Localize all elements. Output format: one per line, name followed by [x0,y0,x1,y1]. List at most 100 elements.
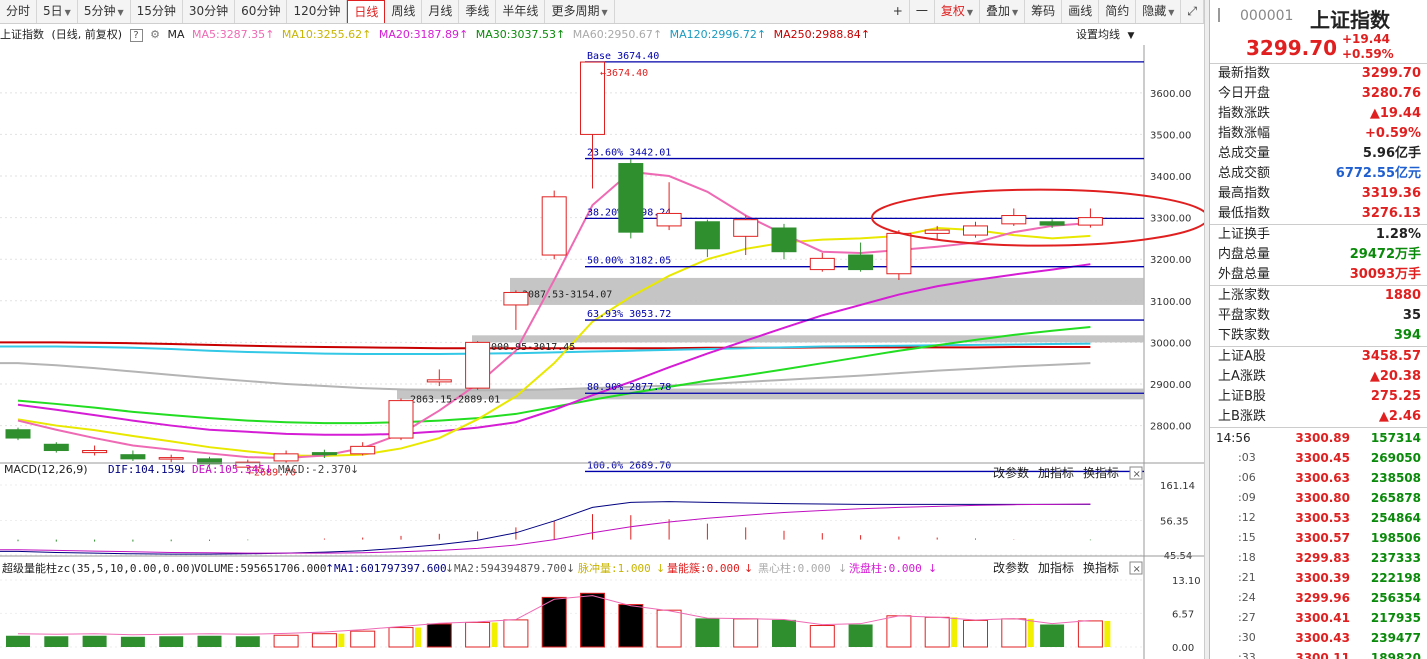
period-tab-12[interactable]: 更多周期 ▼ [545,0,615,23]
vol-pulse: 脉冲量:1.000 [578,561,651,575]
index-title: 上证指数 [1310,8,1390,32]
vol-pulse-bar [491,622,498,647]
quote-label: 外盘总量 [1218,267,1271,282]
period-tab-7[interactable]: 日线 [347,0,386,23]
macd-button-2[interactable]: 换指标 [1083,465,1119,480]
quote-row: 上A涨跌 ▲20.38 [1210,367,1427,387]
vol-xpz: 洗盘柱:0.000 [849,561,922,575]
vol-bar [924,616,950,648]
macd-button-1[interactable]: 加指标 [1038,465,1074,480]
quote-label: 上A涨跌 [1218,369,1266,384]
toolbar-action-label: 画线 [1068,4,1093,18]
gear-icon[interactable]: ⚙ [150,28,160,41]
toolbar-action-6[interactable]: 简约 [1099,0,1137,23]
period-tab-4[interactable]: 30分钟 [183,0,236,23]
chevron-down-icon: ▼ [1127,31,1135,41]
toolbar-action-3[interactable]: 叠加 ▼ [980,0,1026,23]
period-tab-10[interactable]: 季线 [459,0,497,23]
tick-price: 3300.63 [1295,471,1350,485]
tick-row: :21 3300.39 222198 [1210,568,1427,588]
restore-window-icon[interactable]: ⤢ [1181,0,1204,23]
quote-value: 1.28% [1375,227,1421,242]
macd-button-0[interactable]: 改参数 [993,465,1029,480]
period-tab-label: 分时 [6,4,31,18]
quote-value: 35 [1402,308,1421,323]
toolbar-action-7[interactable]: 隐藏 ▼ [1136,0,1182,23]
tick-list: 14:56 3300.89 157314:03 3300.45 269050:06 330… [1210,428,1427,659]
quote-value: 3458.57 [1361,349,1421,364]
tick-volume: 157314 [1370,431,1421,445]
quote-value: 5.96亿手 [1362,146,1421,161]
period-tab-2[interactable]: 5分钟 ▼ [78,0,131,23]
period-tab-11[interactable]: 半年线 [496,0,546,23]
period-tab-0[interactable]: 分时 [0,0,38,23]
period-tabs: 分时 5日 ▼ 5分钟 ▼ 15分钟 30分钟 60分钟 120分钟 日线 周线 月线 季线 半年线 更多周… [0,0,615,23]
toolbar-action-0[interactable]: + [887,0,910,23]
gap-label: 2863.15-2889.01 [410,394,500,405]
period-tab-label: 更多周期 [551,4,600,18]
tick-row: :06 3300.63 238508 [1210,468,1427,488]
help-icon[interactable]: ? [129,29,143,42]
candle-body [656,212,682,227]
tick-volume: 269050 [1370,451,1421,465]
period-tab-5[interactable]: 60分钟 [235,0,288,23]
quote-label: 内盘总量 [1218,247,1271,262]
vol-axis-label: 0.00 [1172,643,1194,654]
tick-volume: 198506 [1370,531,1421,545]
period-tab-label: 半年线 [502,4,539,18]
quote-label: 指数涨跌 [1218,106,1271,121]
quote-row: 总成交额 6772.55亿元 [1210,164,1427,184]
period-tab-9[interactable]: 月线 [422,0,460,23]
macd-dea: DEA:105.345 [192,463,265,476]
period-toolbar: 分时 5日 ▼ 5分钟 ▼ 15分钟 30分钟 60分钟 120分钟 日线 周线 月线 季线 半年线 更多周… [0,0,1204,24]
candle-body [158,457,184,460]
period-tab-3[interactable]: 15分钟 [131,0,183,23]
tick-time: :15 [1238,531,1256,544]
period-tab-label: 120分钟 [293,4,341,18]
vol-bar [886,615,912,648]
quote-row: 总成交量 5.96亿手 [1210,144,1427,164]
last-price: 3299.70 [1246,36,1338,60]
toolbar-action-label: 复权 [940,4,965,18]
ma30-value: MA30:3037.53 [475,28,556,41]
ma10-value: MA10:3255.62 [281,28,363,41]
ma-settings-button[interactable]: 设置均线 ▼ [1076,25,1138,46]
vol-bar [1001,618,1027,648]
candle-body [618,163,644,233]
vol-button-1[interactable]: 加指标 [1038,560,1074,575]
vol-arrow-icon: ↑ [325,562,334,575]
candle-body [273,453,299,462]
toolbar-action-5[interactable]: 画线 [1062,0,1100,23]
toolbar-action-1[interactable]: 一 [910,0,935,23]
period-tab-1[interactable]: 5日 ▼ [37,0,78,23]
vol-bar [656,609,682,648]
kline-chart[interactable]: 3600.00 3500.00 3400.00 3300.00 3200.00 3100.… [0,45,1204,659]
macd-close-glyph: × [1133,469,1141,480]
dif-arrow-icon: ↓ [178,463,187,476]
collapse-icon[interactable] [1218,8,1228,22]
toolbar-action-2[interactable]: 复权 ▼ [935,0,980,23]
candle-body [771,227,797,253]
vol-arrow-icon: ↓ [838,562,847,575]
quote-value: 394 [1393,328,1421,343]
candle-body [426,379,452,383]
period-tab-8[interactable]: 周线 [385,0,423,23]
price-axis-label: 3100.00 [1150,297,1191,308]
vol-button-0[interactable]: 改参数 [993,560,1029,575]
toolbar-action-label: 一 [915,4,928,18]
period-tab-label: 5分钟 [83,4,116,18]
candle-body [848,254,874,271]
quote-row: 外盘总量 30093万手 [1210,265,1427,285]
vol-pulse-bar [1104,620,1111,647]
quote-row: 最低指数 3276.13 [1210,204,1427,224]
price-axis-label: 3600.00 [1150,89,1191,100]
macd-arrow-icon: ↓ [350,463,359,476]
tick-time: :24 [1238,591,1256,604]
vol-button-2[interactable]: 换指标 [1083,560,1119,575]
tick-price: 3300.45 [1295,451,1350,465]
quote-value: ▲20.38 [1369,369,1421,384]
vol-bar [197,635,222,647]
period-tab-6[interactable]: 120分钟 [287,0,348,23]
toolbar-action-4[interactable]: 筹码 [1025,0,1063,23]
ma60-value: MA60:2950.67 [572,28,653,41]
